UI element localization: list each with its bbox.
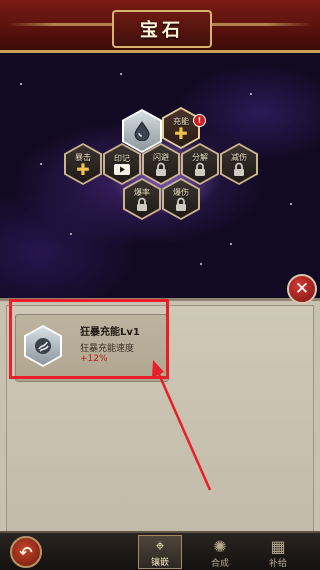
page-title: 宝石 <box>112 10 212 48</box>
gem-slot-critrate[interactable]: 爆率 <box>123 178 161 220</box>
highlight-box <box>9 299 169 379</box>
notification-badge: ! <box>193 114 206 127</box>
back-button[interactable]: ↶ <box>10 536 42 568</box>
bottom-nav: ↶ ⌖ 镶嵌 ✺ 合成 ▦ 补给 <box>0 531 320 570</box>
gem-label: 减伤 <box>231 153 247 162</box>
gem-slot-crit[interactable]: 暴击 ✚ <box>64 143 102 185</box>
gem-label: 闪避 <box>153 153 169 162</box>
gem-slot-critdmg[interactable]: 爆伤 <box>162 178 200 220</box>
close-button[interactable]: ✕ <box>287 274 317 304</box>
gem-slot-reduce[interactable]: 减伤 <box>220 143 258 185</box>
lock-icon <box>234 162 244 176</box>
plus-icon: ✚ <box>174 123 188 143</box>
water-drop-icon <box>134 121 150 141</box>
lock-icon <box>137 197 147 211</box>
plus-icon: ✚ <box>76 159 90 179</box>
tab-label: 镶嵌 <box>150 558 169 568</box>
gem-slot-charge[interactable]: 充能 ✚ <box>162 107 200 149</box>
compose-icon: ✺ <box>213 537 227 556</box>
lock-icon <box>195 162 205 176</box>
video-icon <box>114 164 130 175</box>
gem-board: 充能 ✚ ! 暴击 ✚ 印记 闪避 分解 减伤 爆率 爆伤 <box>0 53 320 298</box>
tab-inlay[interactable]: ⌖ 镶嵌 <box>138 535 182 569</box>
tab-label: 补给 <box>268 559 287 569</box>
top-header: 宝石 <box>0 0 320 53</box>
tab-label: 合成 <box>210 559 229 569</box>
gem-label: 印记 <box>114 154 130 163</box>
tab-compose[interactable]: ✺ 合成 <box>198 535 242 570</box>
tab-supply[interactable]: ▦ 补给 <box>256 535 300 570</box>
inlay-icon: ⌖ <box>155 536 165 555</box>
lock-icon <box>156 162 166 176</box>
gem-label: 爆率 <box>134 188 150 197</box>
back-arrow-icon: ↶ <box>19 542 33 562</box>
gem-label: 分解 <box>192 153 208 162</box>
close-icon: ✕ <box>294 278 310 299</box>
gem-label: 爆伤 <box>173 188 189 197</box>
gem-slot-decompose[interactable]: 分解 <box>181 143 219 185</box>
chest-icon: ▦ <box>270 537 286 556</box>
lock-icon <box>176 197 186 211</box>
